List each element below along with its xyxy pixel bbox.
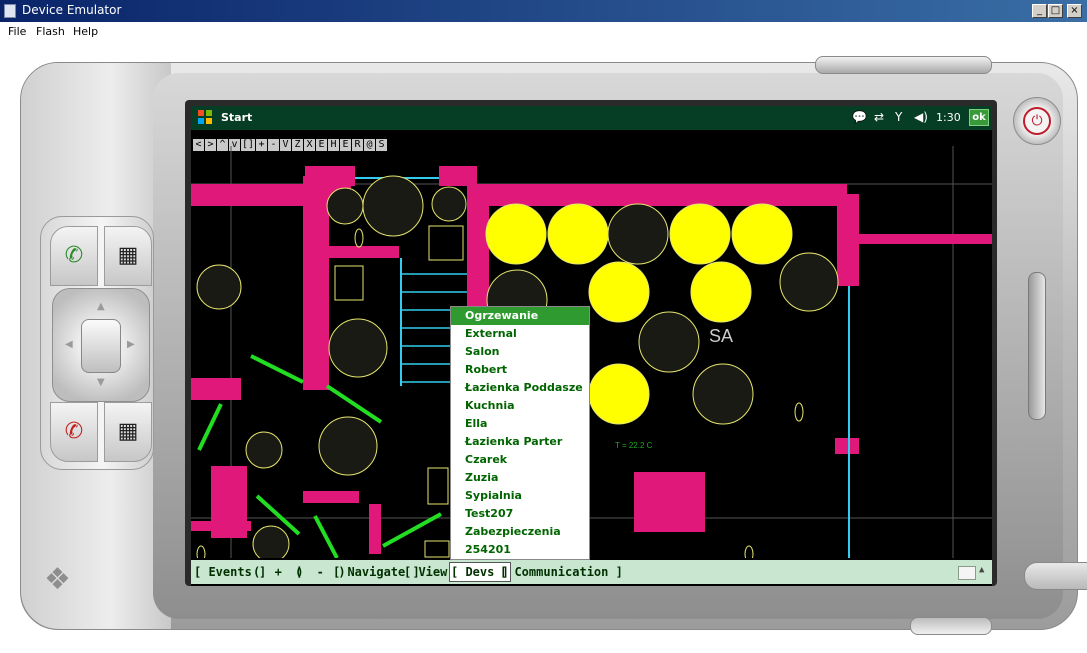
phone-green-icon: ✆ — [64, 243, 84, 268]
keyboard-icon[interactable] — [958, 566, 976, 580]
map-toolbar: < > ^ v[] + - V Z X E H E R @ S — [193, 132, 388, 151]
device-bottom-slot — [910, 617, 992, 635]
connectivity-arrows-icon[interactable]: ⇄ — [874, 110, 884, 124]
dropdown-item[interactable]: Łazienka Poddasze — [451, 379, 589, 397]
speaker-icon[interactable]: ◀) — [914, 110, 928, 124]
maximize-button[interactable]: □ — [1048, 4, 1063, 18]
dropdown-item[interactable]: Test207 — [451, 505, 589, 523]
phone-red-icon: ✆ — [64, 419, 84, 444]
dpad-up-icon: ▲ — [97, 301, 105, 312]
signal-off-icon[interactable]: Y — [895, 110, 902, 124]
start-label[interactable]: Start — [221, 111, 252, 124]
device-side-handle — [1024, 562, 1087, 590]
contacts-button[interactable]: ▦ — [104, 226, 152, 286]
menu-bar: File Flash Help — [0, 22, 1087, 40]
dropdown-item[interactable]: External — [451, 325, 589, 343]
dropdown-item[interactable]: Sypialnia — [451, 487, 589, 505]
dpad-center-button[interactable] — [81, 319, 121, 373]
menu-file[interactable]: File — [8, 25, 26, 38]
wm-taskbar: Start 💬 ⇄ Y ◀) 1:30 ok — [191, 106, 992, 130]
dpad-left-icon: ◀ — [65, 339, 73, 350]
power-icon: ⏻ — [1023, 107, 1051, 135]
menu-help[interactable]: Help — [73, 25, 98, 38]
floor-plan-map[interactable]: SA T = 22.2 C — [191, 146, 992, 558]
room-label-sa: SA — [709, 326, 733, 346]
dropdown-item[interactable]: Ella — [451, 415, 589, 433]
dpad[interactable]: ▲ ▼ ◀ ▶ — [52, 288, 150, 402]
end-call-button[interactable]: ✆ — [50, 402, 98, 462]
dropdown-item[interactable]: Zuzia — [451, 469, 589, 487]
dropdown-item[interactable]: Robert — [451, 361, 589, 379]
call-button[interactable]: ✆ — [50, 226, 98, 286]
bottom-menu-bar: [ Events ] ( + ) ( - ) [ Navigate ] [ Vi… — [191, 560, 992, 584]
device-top-slot — [815, 56, 992, 74]
clock-time[interactable]: 1:30 — [936, 111, 961, 124]
communication-menu[interactable]: [ Communication ] — [500, 565, 623, 579]
devs-dropdown-menu: Ogrzewanie External Salon Robert Łazienka Po… — [450, 306, 590, 560]
notification-bubble-icon[interactable]: 💬 — [852, 110, 867, 124]
windows-logo-icon: ❖ — [44, 562, 71, 597]
device-side-slot — [1028, 272, 1046, 420]
temperature-label: T = 22.2 C — [615, 441, 653, 450]
power-button[interactable]: ⏻ — [1013, 97, 1061, 145]
dropdown-item[interactable]: Kuchnia — [451, 397, 589, 415]
keypad-grid-icon: ▦ — [117, 419, 139, 444]
minimize-button[interactable]: _ — [1032, 4, 1047, 18]
menu-flash[interactable]: Flash — [36, 25, 65, 38]
dropdown-item[interactable]: Łazienka Parter — [451, 433, 589, 451]
contacts-card-icon: ▦ — [117, 243, 139, 268]
dropdown-item[interactable]: Czarek — [451, 451, 589, 469]
close-button[interactable]: × — [1067, 4, 1082, 18]
dropdown-item[interactable]: 254201 — [451, 541, 589, 559]
dpad-right-icon: ▶ — [127, 339, 135, 350]
dropdown-item[interactable]: Ogrzewanie — [451, 307, 589, 325]
dropdown-item[interactable]: Salon — [451, 343, 589, 361]
dpad-down-icon: ▼ — [97, 377, 105, 388]
keypad-button[interactable]: ▦ — [104, 402, 152, 462]
device-screen: Start 💬 ⇄ Y ◀) 1:30 ok < > ^ v[] + - V Z X E H E R @ S — [191, 106, 992, 586]
window-title: Device Emulator — [22, 3, 122, 17]
device-emulator-app-icon — [4, 4, 16, 18]
dropdown-item[interactable]: Zabezpieczenia — [451, 523, 589, 541]
windows-flag-icon[interactable] — [197, 109, 213, 125]
window-titlebar: Device Emulator _ □ × — [0, 0, 1087, 22]
ok-button[interactable]: ok — [969, 109, 989, 126]
keyboard-arrow-up-icon[interactable]: ▲ — [979, 565, 984, 575]
